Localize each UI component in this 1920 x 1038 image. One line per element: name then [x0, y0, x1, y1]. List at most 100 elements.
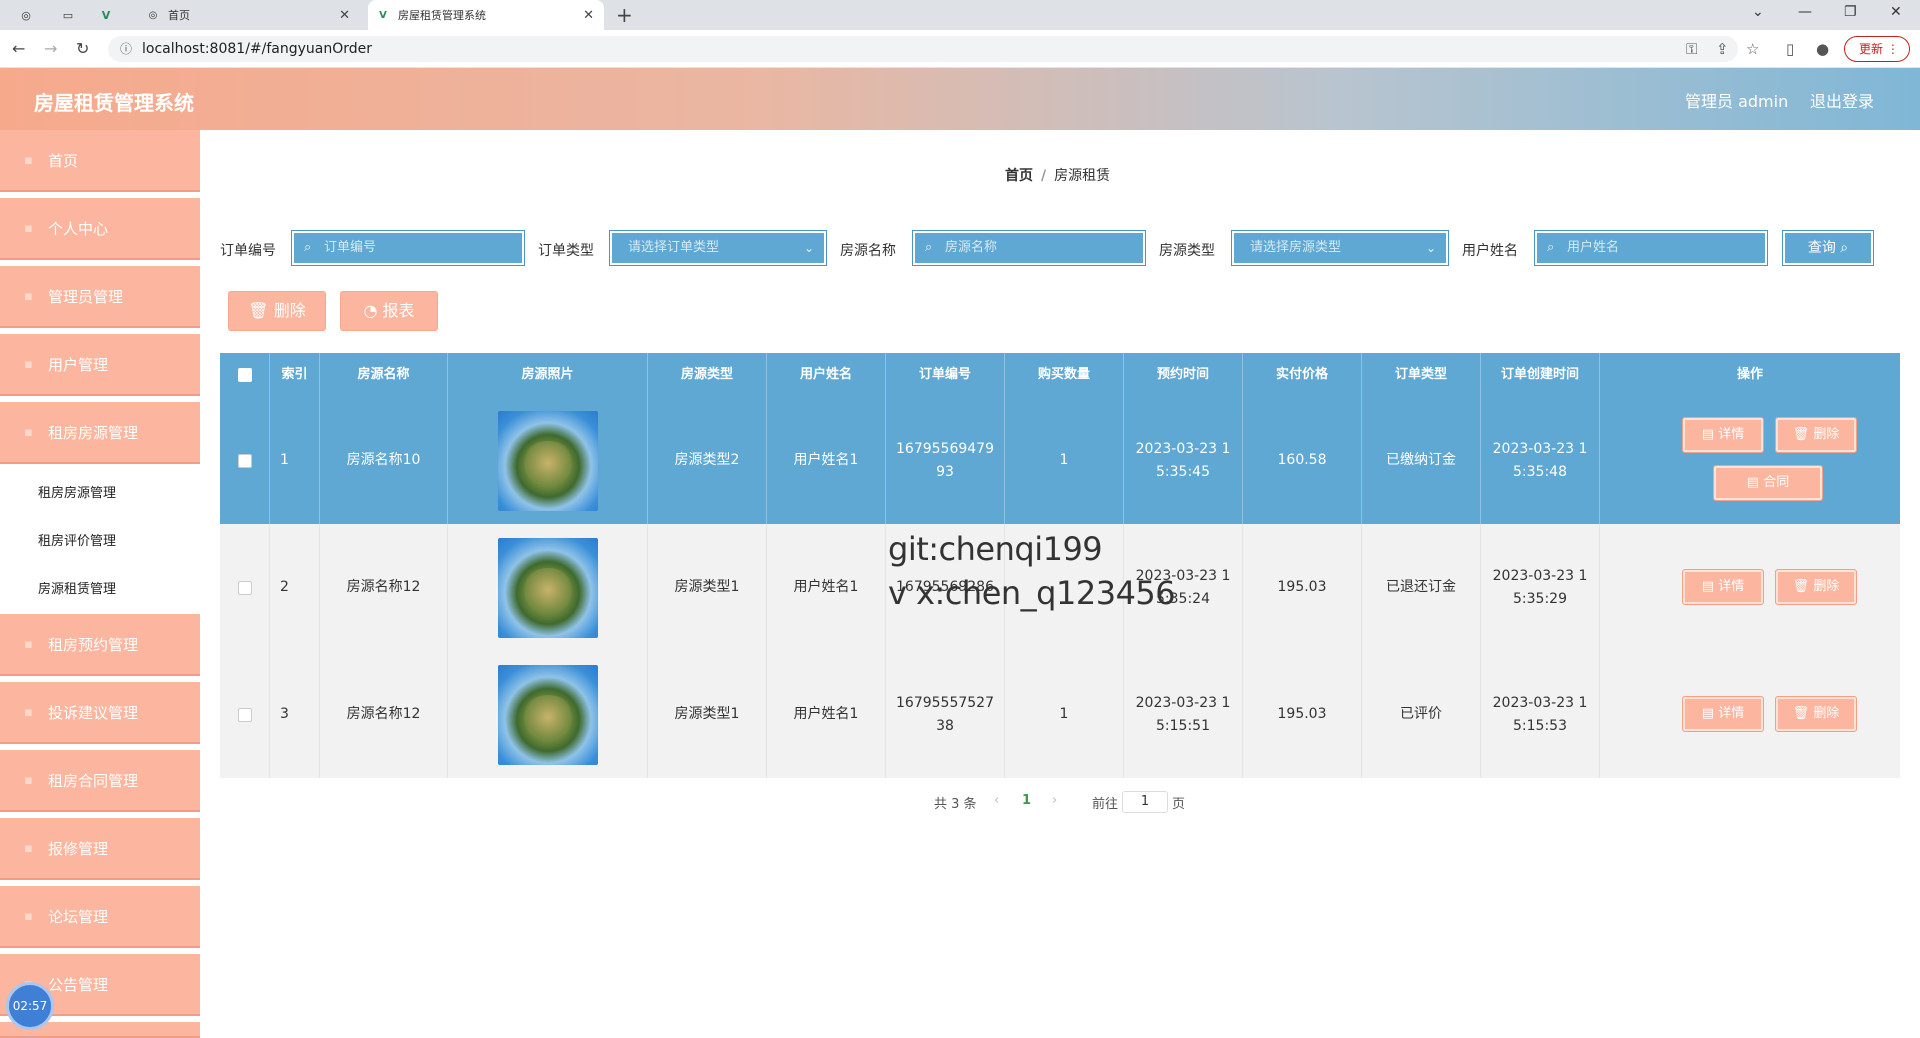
order-type-select[interactable]: 请选择订单类型 ⌄	[609, 230, 827, 266]
tab-search-icon[interactable]: ⌄	[1752, 4, 1764, 20]
sidebar-subitem-reviews[interactable]: 租房评价管理	[0, 518, 200, 566]
page-number[interactable]: 1	[1022, 793, 1031, 808]
detail-button[interactable]: ▤ 详情	[1682, 417, 1764, 453]
delete-button[interactable]: 🗑 删除	[228, 291, 326, 331]
new-tab-icon[interactable]: +	[616, 3, 633, 27]
update-button[interactable]: 更新 ⋮	[1844, 36, 1910, 62]
checkbox[interactable]	[237, 453, 252, 468]
menu-icon: ▪	[24, 425, 33, 440]
table-row[interactable]: 1 房源名称10 房源类型2 用户姓名1 16795569479 93 1 202…	[220, 397, 1900, 524]
sidebar-item-repairs[interactable]: ▪ 报修管理	[0, 818, 200, 880]
cell-price: 195.03	[1243, 524, 1362, 651]
row-delete-button[interactable]: 🗑 删除	[1775, 417, 1857, 453]
detail-label: 详情	[1718, 427, 1745, 442]
star-icon[interactable]: ☆	[1746, 40, 1759, 58]
close-icon[interactable]: ✕	[339, 8, 350, 23]
sidebar-item-bookings[interactable]: ▪ 租房预约管理	[0, 614, 200, 676]
sidebar-subitem-leasing[interactable]: 房源租赁管理	[0, 566, 200, 614]
minimize-icon[interactable]: —	[1798, 4, 1812, 20]
goto-label: 前往	[1092, 797, 1119, 812]
sidebar-item-home[interactable]: ▪ 首页	[0, 130, 200, 192]
update-label: 更新	[1859, 42, 1884, 56]
key-icon[interactable]: ⚿	[1686, 40, 1697, 58]
forward-icon[interactable]: →	[44, 39, 57, 58]
chevron-down-icon: ⌄	[1425, 241, 1436, 255]
order-no-placeholder: 订单编号	[324, 240, 377, 255]
type-label: 房源类型	[1159, 243, 1215, 259]
sidebar-subitem-listings[interactable]: 租房房源管理	[0, 470, 200, 518]
checkbox[interactable]	[237, 707, 252, 722]
sidebar-item-label: 管理员管理	[48, 288, 124, 306]
detail-button[interactable]: ▤ 详情	[1682, 696, 1764, 732]
cell-booking-time: 2023-03-23 1 5:35:45	[1124, 397, 1243, 524]
sidebar-item-forum[interactable]: ▪ 论坛管理	[0, 886, 200, 948]
listing-photo[interactable]	[497, 537, 598, 638]
sidebar-item-label: 租房预约管理	[48, 636, 139, 654]
url-text: localhost:8081/#/fangyuanOrder	[142, 41, 373, 57]
order-no-input[interactable]: ⌕ 订单编号	[291, 230, 525, 266]
report-button[interactable]: ◔ 报表	[340, 291, 438, 331]
cell-order-no: 16795569479 93	[886, 397, 1005, 524]
sidebar-item-label: 个人中心	[48, 220, 109, 238]
header-select-all[interactable]	[220, 353, 270, 397]
sidebar-item-profile[interactable]: ▪ 个人中心	[0, 198, 200, 260]
browser-tab-home[interactable]: ◎ 首页 ✕	[138, 0, 360, 30]
name-input[interactable]: ⌕ 房源名称	[912, 230, 1146, 266]
next-page-icon[interactable]: ›	[1052, 793, 1057, 808]
time-line: 5:35:48	[1513, 463, 1567, 480]
sidebar-item-contracts[interactable]: ▪ 租房合同管理	[0, 750, 200, 812]
query-button[interactable]: 查询 ⌕	[1782, 230, 1874, 266]
pinned-tab[interactable]: ▭	[54, 0, 82, 30]
page-jump-input[interactable]: 1	[1122, 791, 1168, 813]
sidebar-item-admins[interactable]: ▪ 管理员管理	[0, 266, 200, 328]
row-delete-button[interactable]: 🗑 删除	[1775, 696, 1857, 732]
row-select[interactable]	[220, 524, 270, 651]
detail-button[interactable]: ▤ 详情	[1682, 569, 1764, 605]
vue-icon: V	[101, 8, 111, 22]
cell-name: 房源名称12	[320, 651, 448, 778]
checkbox[interactable]	[238, 368, 252, 382]
checkbox[interactable]	[237, 580, 252, 595]
user-placeholder: 用户姓名	[1567, 240, 1620, 255]
delete-label: 删除	[1813, 706, 1840, 721]
info-icon[interactable]: ⓘ	[120, 36, 132, 62]
sidebar-item-users[interactable]: ▪ 用户管理	[0, 334, 200, 396]
breadcrumb: 首页 / 房源租赁	[1005, 165, 1110, 185]
row-select[interactable]	[220, 651, 270, 778]
pinned-tab[interactable]: ◎	[12, 0, 40, 30]
user-input[interactable]: ⌕ 用户姓名	[1534, 230, 1768, 266]
pinned-tab[interactable]: V	[92, 0, 120, 30]
cell-type: 房源类型1	[648, 524, 767, 651]
trash-icon: 🗑	[248, 301, 269, 320]
share-icon[interactable]: ⇪	[1716, 40, 1729, 58]
prev-page-icon[interactable]: ‹	[994, 793, 999, 808]
breadcrumb-home[interactable]: 首页	[1005, 168, 1033, 184]
restore-icon[interactable]: ❐	[1844, 4, 1857, 20]
browser-tab-active[interactable]: V 房屋租赁管理系统 ✕	[368, 0, 604, 30]
sidebar-item-listings[interactable]: ▪ 租房房源管理	[0, 402, 200, 464]
reload-icon[interactable]: ↻	[76, 39, 89, 58]
time-line: 5:15:51	[1156, 717, 1210, 734]
back-icon[interactable]: ←	[12, 39, 25, 58]
time-line: 2023-03-23 1	[1492, 567, 1588, 584]
logout-link[interactable]: 退出登录	[1810, 88, 1874, 112]
listing-photo[interactable]	[497, 664, 598, 765]
delete-label: 删除	[1813, 579, 1840, 594]
cell-created: 2023-03-23 1 5:35:29	[1481, 524, 1600, 651]
sidebar-item-complaints[interactable]: ▪ 投诉建议管理	[0, 682, 200, 744]
listing-photo[interactable]	[497, 410, 598, 511]
row-select[interactable]	[220, 397, 270, 524]
globe-icon: ◎	[21, 8, 31, 22]
cell-order-type: 已退还订金	[1362, 524, 1481, 651]
sidepanel-icon[interactable]: ▯	[1786, 40, 1794, 58]
th-created: 订单创建时间	[1481, 353, 1600, 397]
type-select[interactable]: 请选择房源类型 ⌄	[1231, 230, 1449, 266]
contract-button[interactable]: ▤ 合同	[1713, 465, 1823, 501]
close-window-icon[interactable]: ✕	[1890, 4, 1902, 20]
close-icon[interactable]: ✕	[583, 8, 594, 23]
table-row[interactable]: 3 房源名称12 房源类型1 用户姓名1 16795557527 38 1 202…	[220, 651, 1900, 778]
row-delete-button[interactable]: 🗑 删除	[1775, 569, 1857, 605]
profile-icon[interactable]: ●	[1816, 40, 1829, 58]
url-field[interactable]: ⓘ localhost:8081/#/fangyuanOrder	[108, 36, 1738, 62]
sidebar-item-label: 投诉建议管理	[48, 704, 139, 722]
